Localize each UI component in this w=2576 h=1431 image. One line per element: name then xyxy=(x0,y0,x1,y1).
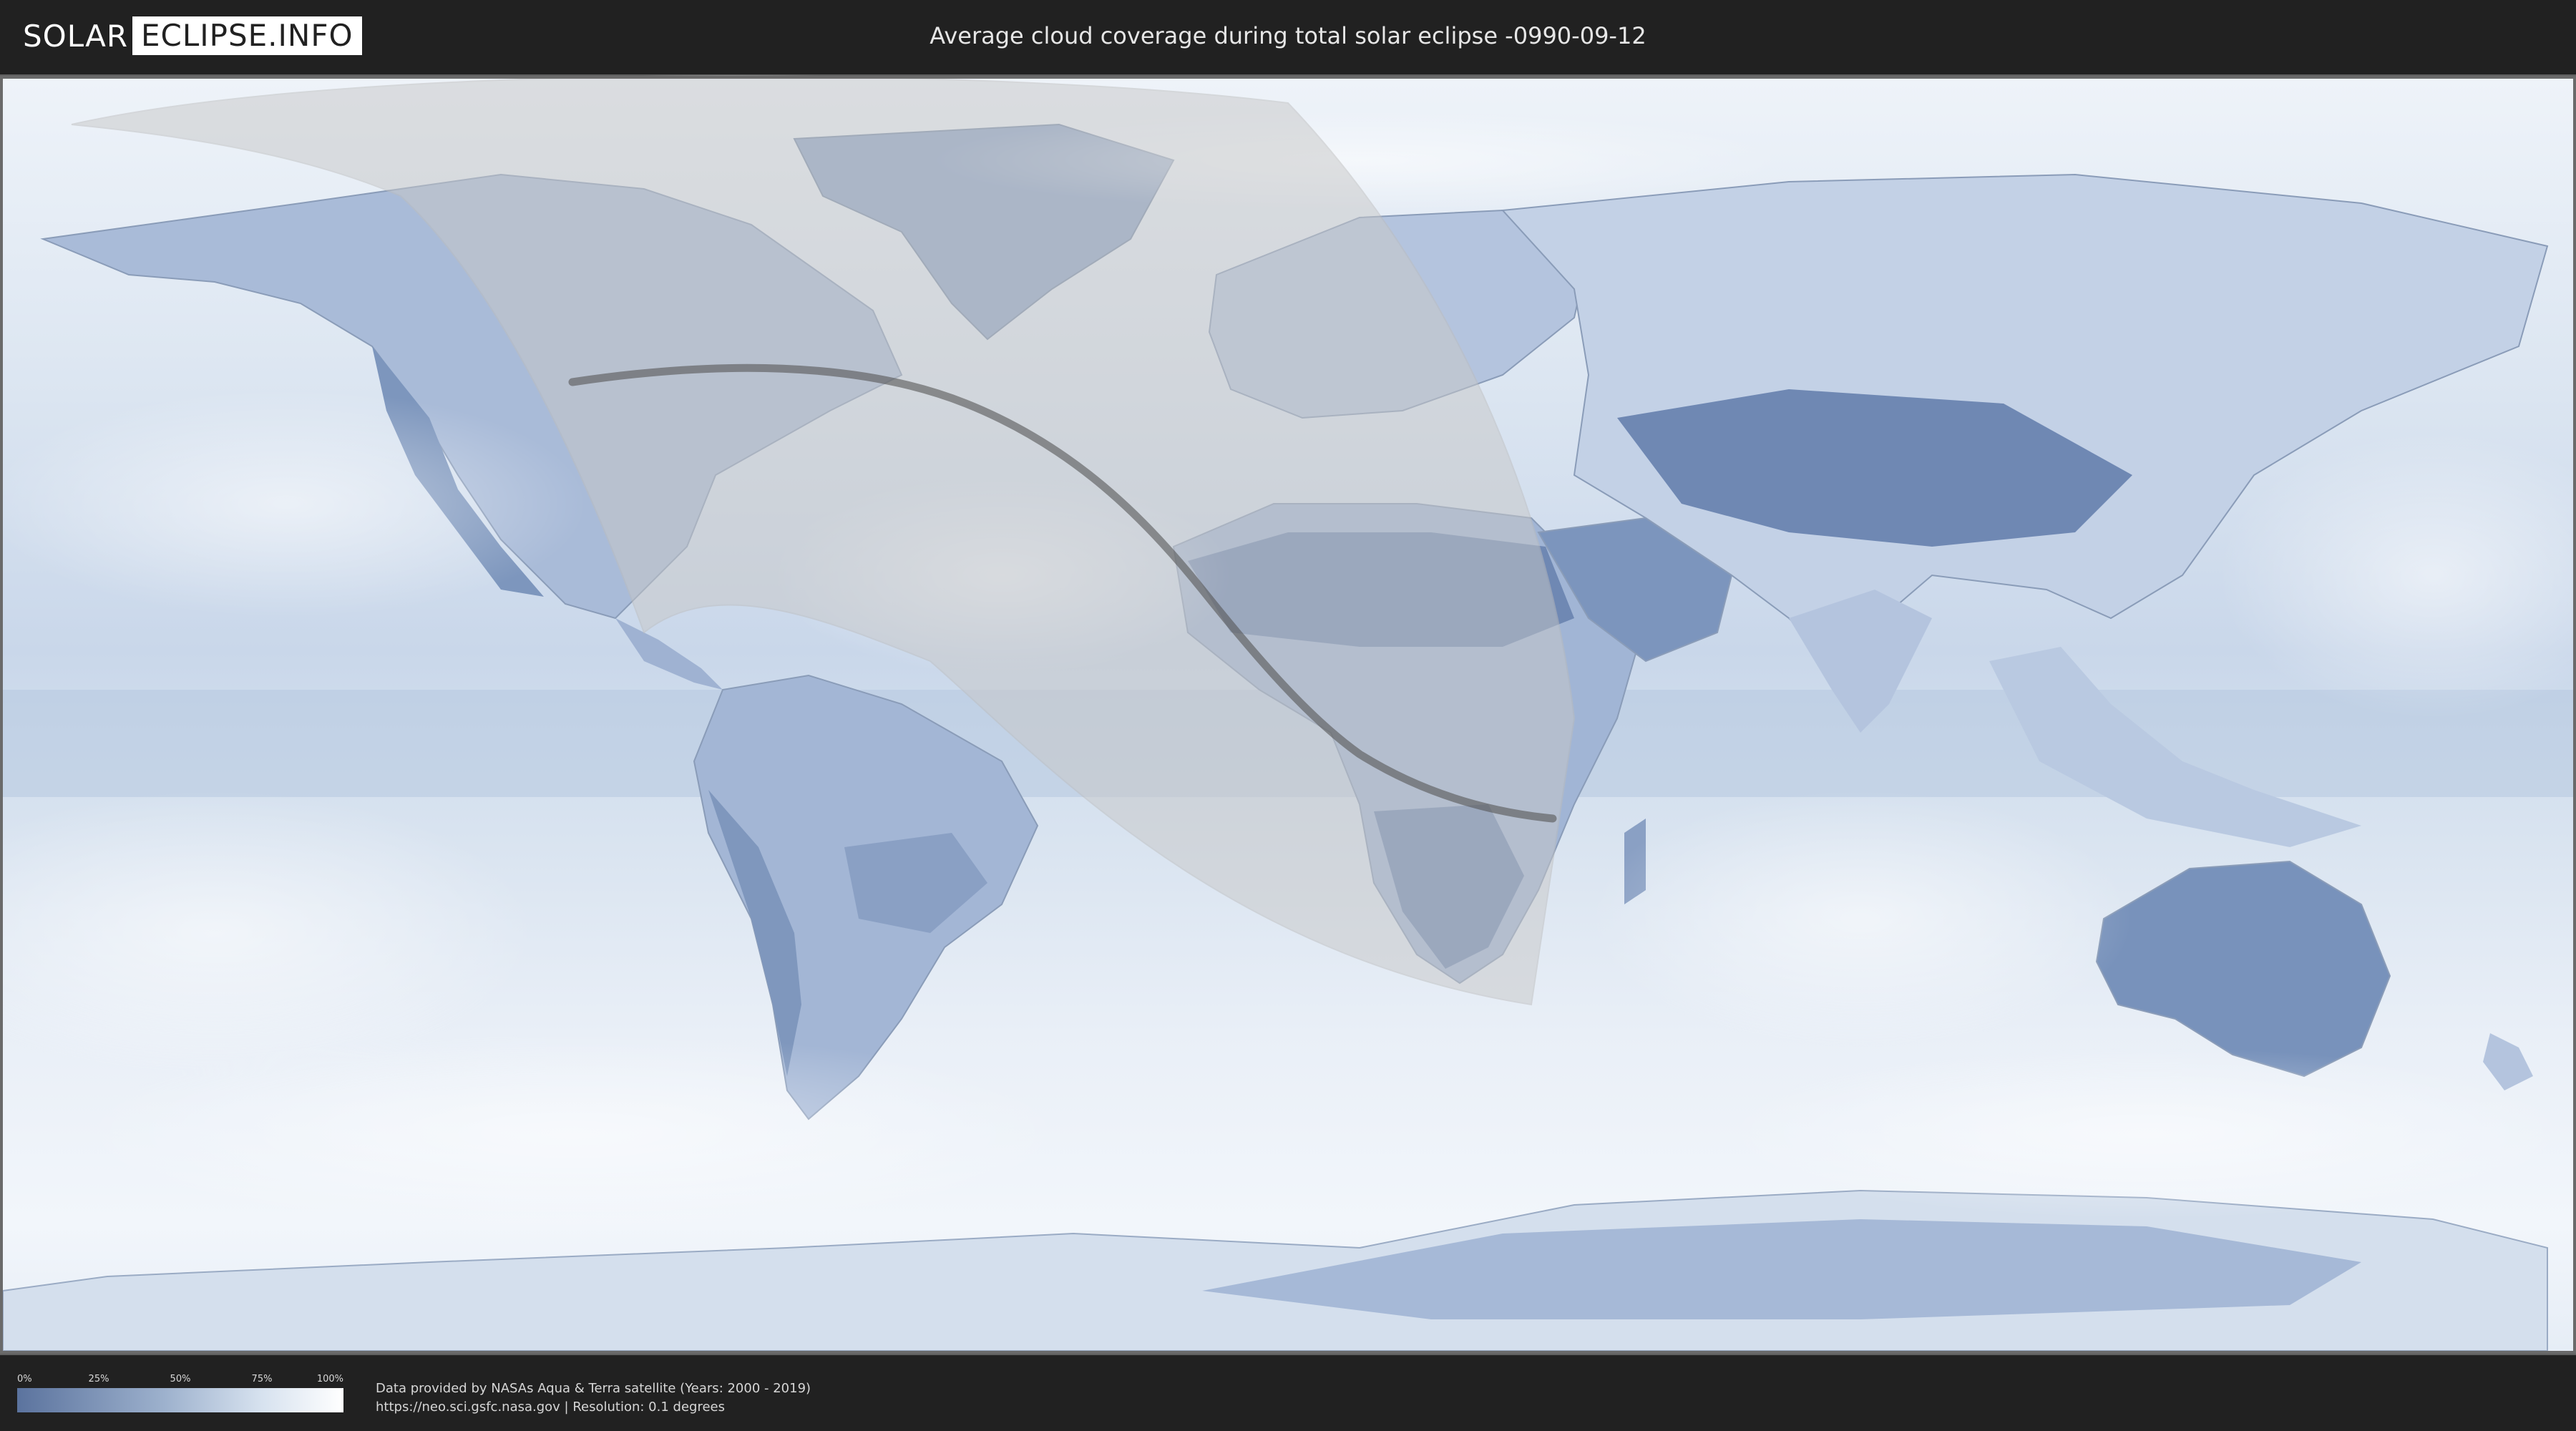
credit-line-source: Data provided by NASAs Aqua & Terra sate… xyxy=(376,1381,811,1396)
legend-gradient-bar xyxy=(17,1388,343,1412)
legend-tick-75: 75% xyxy=(251,1374,273,1384)
cloud-coverage-legend: 0% 25% 50% 75% 100% xyxy=(17,1374,343,1412)
legend-tick-25: 25% xyxy=(88,1374,109,1384)
credit-line-url[interactable]: https://neo.sci.gsfc.nasa.gov | Resoluti… xyxy=(376,1398,811,1417)
cloud-coverage-map xyxy=(0,74,2576,1355)
legend-tick-50: 50% xyxy=(170,1374,191,1384)
page-title: Average cloud coverage during total sola… xyxy=(930,22,1646,49)
legend-ticks: 0% 25% 50% 75% 100% xyxy=(17,1374,343,1387)
data-credits: Data provided by NASAs Aqua & Terra sate… xyxy=(376,1379,811,1417)
legend-tick-0: 0% xyxy=(17,1374,32,1384)
legend-tick-100: 100% xyxy=(316,1374,343,1384)
map-canvas xyxy=(0,75,2576,1354)
